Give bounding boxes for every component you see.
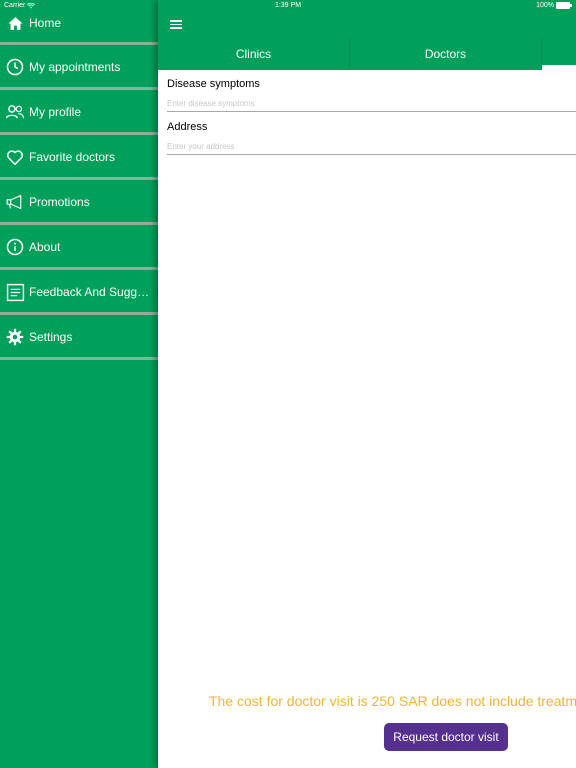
battery-percent: 100% <box>536 2 554 9</box>
menu-divider <box>0 177 158 180</box>
sidebar-item-feedback[interactable]: Feedback And Suggestions <box>0 271 158 313</box>
users-icon <box>5 102 25 122</box>
menu-divider <box>0 267 158 270</box>
status-time: 1:39 PM <box>274 2 302 9</box>
address-label: Address <box>167 121 208 133</box>
status-bar: Carrier 1:39 PM 100% <box>0 0 576 12</box>
gear-icon <box>5 327 25 347</box>
menu-divider <box>0 312 158 315</box>
symptoms-underline <box>167 111 576 112</box>
symptoms-label: Disease symptoms <box>167 78 260 90</box>
tab-clinics[interactable]: Clinics <box>158 37 349 70</box>
hamburger-icon[interactable] <box>170 18 182 30</box>
menu-divider <box>0 357 158 360</box>
feedback-icon <box>5 282 25 302</box>
sidebar-item-label: Settings <box>29 330 73 344</box>
sidebar-item-label: Favorite doctors <box>29 150 116 164</box>
main-panel: Clinics Doctors Disease symptoms Address… <box>158 0 576 768</box>
sidebar-item-label: Feedback And Suggestions <box>29 285 151 299</box>
sidebar-item-about[interactable]: About <box>0 226 158 268</box>
battery-icon <box>556 2 572 9</box>
address-underline <box>167 154 576 155</box>
sidebar-item-profile[interactable]: My profile <box>0 91 158 133</box>
sidebar-item-label: My profile <box>29 105 82 119</box>
info-icon <box>5 237 25 257</box>
clock-icon <box>5 57 25 77</box>
tab-doctors[interactable]: Doctors <box>350 37 541 70</box>
visit-cost-note: The cost for doctor visit is 250 SAR doe… <box>209 693 576 709</box>
menu-divider <box>0 222 158 225</box>
sidebar-item-label: Promotions <box>29 195 90 209</box>
megaphone-icon <box>5 192 25 212</box>
sidebar-item-label: My appointments <box>29 60 121 74</box>
sidebar-item-settings[interactable]: Settings <box>0 316 158 358</box>
sidebar-item-promotions[interactable]: Promotions <box>0 181 158 223</box>
active-tab-indicator <box>542 65 576 70</box>
address-input[interactable] <box>167 139 576 153</box>
app-screen: Carrier 1:39 PM 100% Home My appointment… <box>0 0 576 768</box>
symptoms-input[interactable] <box>167 96 576 110</box>
sidebar-item-label: Home <box>29 16 62 30</box>
tab-bar: Clinics Doctors <box>158 37 576 70</box>
home-icon <box>5 13 25 33</box>
heart-icon <box>5 147 25 167</box>
sidebar-item-label: About <box>29 240 61 254</box>
sidebar-item-favorite-doctors[interactable]: Favorite doctors <box>0 136 158 178</box>
menu-divider <box>0 87 158 90</box>
battery-indicator: 100% <box>536 2 572 9</box>
tab-label: Clinics <box>235 46 272 61</box>
menu-divider <box>0 42 158 45</box>
tab-label: Doctors <box>424 46 467 61</box>
sidebar-item-appointments[interactable]: My appointments <box>0 46 158 88</box>
side-menu: Home My appointments My profile Favorite… <box>0 0 158 768</box>
request-doctor-visit-button[interactable]: Request doctor visit <box>384 723 508 751</box>
menu-divider <box>0 132 158 135</box>
